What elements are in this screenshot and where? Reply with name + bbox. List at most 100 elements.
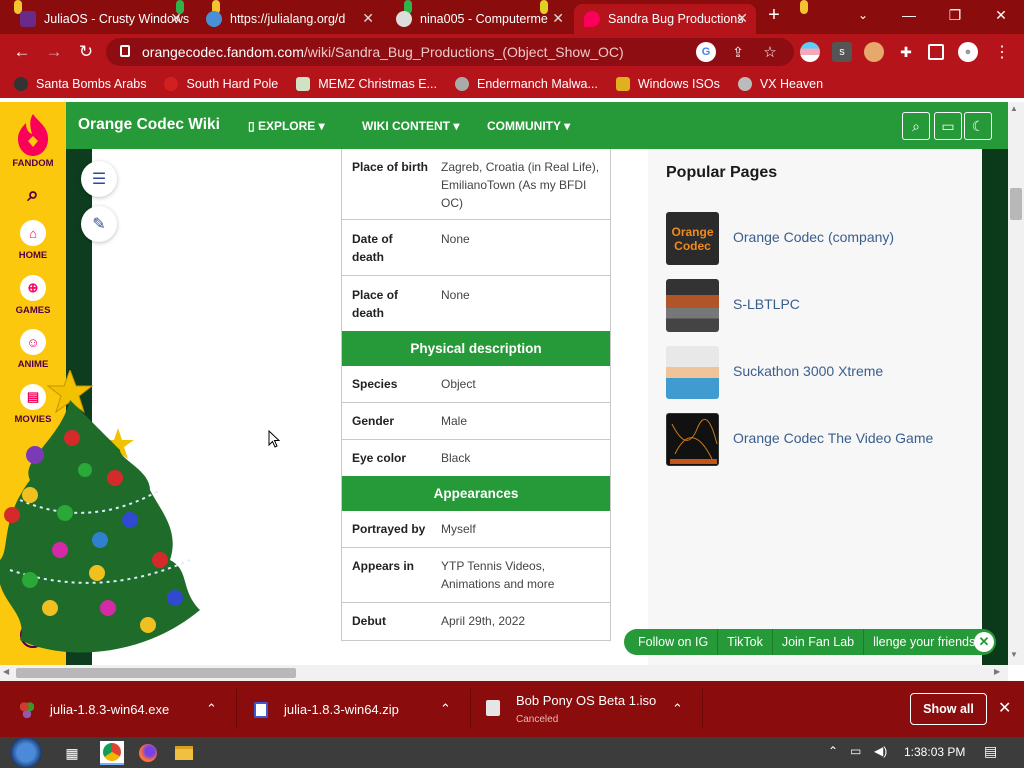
- popular-page-item[interactable]: Orange Codec The Video Game: [666, 413, 966, 466]
- browser-tab[interactable]: https://julialang.org/d ✕: [196, 4, 382, 34]
- zip-file-icon: [254, 702, 268, 718]
- bookmark-item[interactable]: Endermanch Malwa...: [454, 77, 598, 91]
- chevron-up-icon[interactable]: ⌃: [672, 701, 683, 717]
- popular-page-link[interactable]: Suckathon 3000 Xtreme: [733, 363, 883, 379]
- search-icon[interactable]: ⌕: [0, 184, 66, 207]
- share-icon[interactable]: ⇪: [728, 42, 748, 62]
- scroll-left-arrow-icon[interactable]: ◀: [3, 667, 9, 676]
- avatar-extension-icon[interactable]: [864, 42, 884, 62]
- chevron-up-icon[interactable]: ⌃: [440, 701, 451, 717]
- bookmark-star-icon[interactable]: ☆: [760, 42, 780, 62]
- search-icon[interactable]: ⌕: [902, 112, 930, 140]
- s-extension-icon[interactable]: s: [832, 42, 852, 62]
- rail-label: ANIME: [17, 359, 49, 370]
- tray-chevron-up-icon[interactable]: ⌃: [828, 744, 838, 758]
- nav-wiki-content[interactable]: WIKI CONTENT ▾: [362, 119, 459, 133]
- download-item[interactable]: julia-1.8.3-win64.zip ⌃: [254, 681, 464, 737]
- browser-tab-active[interactable]: Sandra Bug Productions ✕: [574, 4, 756, 34]
- close-downloads-icon[interactable]: ✕: [998, 698, 1011, 718]
- windows-start-button-icon[interactable]: [10, 737, 42, 768]
- chrome-taskbar-icon[interactable]: [100, 741, 124, 765]
- scroll-right-arrow-icon[interactable]: ▶: [994, 667, 1000, 676]
- bookmark-favicon-icon: [737, 77, 752, 91]
- close-window-button[interactable]: ✕: [978, 0, 1024, 30]
- popular-page-item[interactable]: Suckathon 3000 Xtreme: [666, 346, 966, 399]
- close-tab-icon[interactable]: ✕: [362, 10, 374, 27]
- browser-tab[interactable]: JuliaOS - Crusty Windows ✕: [10, 4, 190, 34]
- browser-tab[interactable]: nina005 - Computerme ✕: [386, 4, 572, 34]
- profile-icon[interactable]: ●: [958, 42, 978, 62]
- nav-explore[interactable]: ▯ EXPLORE ▾: [248, 119, 325, 133]
- forward-arrow-icon[interactable]: →: [42, 40, 66, 64]
- close-tab-icon[interactable]: ✕: [170, 10, 182, 27]
- tab-search-chevron-icon[interactable]: ⌄: [840, 0, 886, 30]
- popular-page-link[interactable]: S-LBTLPC: [733, 296, 800, 312]
- join-fan-lab-link[interactable]: Join Fan Lab: [782, 635, 854, 649]
- restore-button[interactable]: ❐: [932, 0, 978, 30]
- file-explorer-taskbar-icon[interactable]: [172, 741, 196, 765]
- task-view-icon[interactable]: ▦: [60, 741, 84, 765]
- close-tab-icon[interactable]: ✕: [736, 10, 748, 27]
- popular-page-item[interactable]: Orange Codec Orange Codec (company): [666, 212, 966, 265]
- rail-item-anime[interactable]: ☺ ANIME: [0, 329, 66, 370]
- address-bar[interactable]: orangecodec.fandom.com/wiki/Sandra_Bug_P…: [106, 38, 794, 66]
- bookmark-item[interactable]: Santa Bombs Arabs: [14, 77, 146, 91]
- wiki-title[interactable]: Orange Codec Wiki: [78, 116, 220, 134]
- follow-ig-link[interactable]: Follow on IG: [638, 635, 708, 649]
- scroll-up-arrow-icon[interactable]: ▲: [1010, 104, 1018, 113]
- download-item[interactable]: Bob Pony OS Beta 1.iso Canceled ⌃: [486, 681, 696, 737]
- rail-item-home[interactable]: ⌂ HOME: [0, 220, 66, 261]
- fandom-logo[interactable]: FANDOM: [0, 112, 66, 169]
- notifications-icon[interactable]: ▤: [984, 743, 997, 760]
- anime-icon: ☺: [20, 329, 46, 355]
- network-icon[interactable]: ▭: [850, 744, 861, 758]
- infobox-section-header: Physical description: [342, 331, 610, 366]
- close-icon[interactable]: ✕: [974, 632, 994, 652]
- horizontal-scroll-thumb[interactable]: [16, 668, 296, 678]
- table-of-contents-icon[interactable]: ☰: [81, 161, 117, 197]
- infobox-value: Male: [441, 414, 468, 428]
- volume-icon[interactable]: ◀): [874, 744, 887, 758]
- nav-community[interactable]: COMMUNITY ▾: [487, 119, 570, 133]
- bookmark-item[interactable]: South Hard Pole: [164, 77, 278, 91]
- google-lens-icon[interactable]: G: [696, 42, 716, 62]
- popular-page-link[interactable]: Orange Codec (company): [733, 229, 894, 245]
- vertical-scrollbar[interactable]: [1008, 102, 1024, 665]
- chevron-up-icon[interactable]: ⌃: [206, 701, 217, 717]
- vertical-scroll-thumb[interactable]: [1010, 188, 1022, 220]
- bookmark-label: Santa Bombs Arabs: [36, 77, 147, 91]
- popular-page-item[interactable]: S-LBTLPC: [666, 279, 966, 332]
- side-panel-icon[interactable]: [928, 44, 944, 60]
- extensions-puzzle-icon[interactable]: ✚: [896, 42, 916, 62]
- trans-flag-extension-icon[interactable]: [800, 42, 820, 62]
- rail-item-games[interactable]: ⊕ GAMES: [0, 275, 66, 316]
- edit-pencil-icon[interactable]: ✎: [81, 206, 117, 242]
- theme-toggle-moon-icon[interactable]: ☾: [964, 112, 992, 140]
- bookmark-item[interactable]: VX Heaven: [737, 77, 823, 91]
- back-arrow-icon[interactable]: ←: [10, 40, 34, 64]
- bookmark-item[interactable]: Windows ISOs: [615, 77, 720, 91]
- reload-icon[interactable]: ↻: [74, 40, 98, 64]
- lock-icon: [120, 45, 130, 57]
- infobox-row: Date of death None: [342, 220, 610, 276]
- discussions-icon[interactable]: ▭: [934, 112, 962, 140]
- divider: [863, 629, 865, 655]
- show-all-downloads-button[interactable]: Show all: [910, 693, 987, 725]
- fandom-brand-label: FANDOM: [12, 158, 54, 169]
- bookmark-item[interactable]: MEMZ Christmas E...: [296, 77, 437, 91]
- download-item[interactable]: julia-1.8.3-win64.exe ⌃: [20, 681, 230, 737]
- minimize-button[interactable]: —: [886, 0, 932, 30]
- bookmark-favicon-icon: [164, 77, 179, 91]
- popular-page-link[interactable]: Orange Codec The Video Game: [733, 430, 933, 446]
- challenge-friends-link[interactable]: llenge your friends!: [873, 635, 979, 649]
- infobox-label: Portrayed by: [352, 522, 426, 536]
- scroll-down-arrow-icon[interactable]: ▼: [1010, 650, 1018, 659]
- clock-time[interactable]: 1:38:03 PM: [904, 745, 965, 759]
- julia-file-icon: [20, 702, 34, 718]
- new-tab-button[interactable]: +: [754, 0, 794, 30]
- nav-label: EXPLORE: [257, 119, 316, 133]
- close-tab-icon[interactable]: ✕: [552, 10, 564, 27]
- firefox-taskbar-icon[interactable]: [136, 741, 160, 765]
- tiktok-link[interactable]: TikTok: [727, 635, 763, 649]
- menu-kebab-icon[interactable]: ⋮: [992, 42, 1012, 62]
